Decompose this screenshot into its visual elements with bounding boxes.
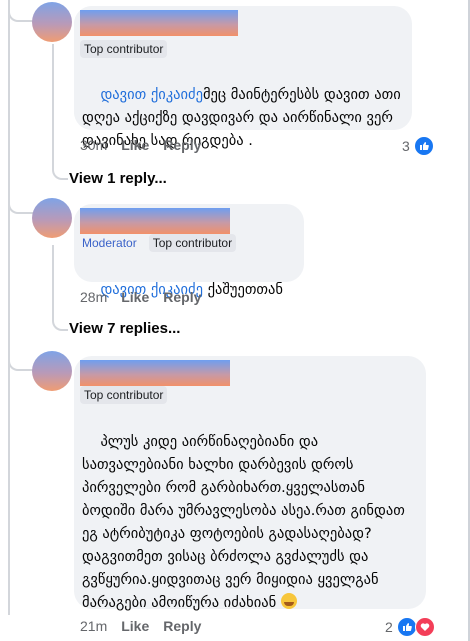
thread-curve xyxy=(8,0,34,22)
badge-row: Top contributor xyxy=(80,386,168,404)
reaction-summary[interactable]: 3 xyxy=(402,136,434,156)
thread-line xyxy=(8,0,10,615)
reply-button[interactable]: Reply xyxy=(163,137,201,153)
view-replies-link[interactable]: View 1 reply... xyxy=(69,170,167,187)
comment-bubble: Moderator Top contributor დავით ქიკაიძე … xyxy=(74,204,304,298)
timestamp: 28m xyxy=(80,289,108,305)
timestamp: 21m xyxy=(80,618,108,634)
comment-bubble: Top contributor დავით ქიკაიძემეც მაინტერ… xyxy=(74,6,401,149)
avatar[interactable] xyxy=(32,2,72,42)
comment-actions: 30m Like Reply xyxy=(80,137,201,153)
moderator-badge: Moderator xyxy=(82,236,137,250)
thread-line xyxy=(52,44,54,164)
comment-actions: 21m Like Reply xyxy=(80,618,201,634)
badge-row: Moderator Top contributor xyxy=(80,234,237,252)
thread-curve xyxy=(52,313,68,331)
timestamp: 30m xyxy=(80,137,108,153)
reply-button[interactable]: Reply xyxy=(163,618,201,634)
comment-text: დავით ქიკაიძემეც მაინტერესბს დავით ათი დ… xyxy=(82,61,404,176)
rofl-emoji xyxy=(280,593,297,609)
comment-actions: 28m Like Reply xyxy=(80,289,201,305)
thread-curve xyxy=(52,160,68,180)
reply-button[interactable]: Reply xyxy=(163,289,201,305)
avatar[interactable] xyxy=(32,198,72,238)
badge-row: Top contributor xyxy=(80,40,168,58)
reaction-count: 2 xyxy=(385,619,393,635)
like-button[interactable]: Like xyxy=(121,137,149,153)
author-name-redacted[interactable] xyxy=(80,360,230,386)
love-icon xyxy=(414,617,435,637)
comment-body: ქაშუეთთან xyxy=(202,282,283,298)
comment-body: პლუს კიდე აირწინაღებიანი და სათვალებიანი… xyxy=(82,434,410,611)
top-contributor-badge: Top contributor xyxy=(80,386,168,404)
mention-link[interactable]: დავით ქიკაიძე xyxy=(100,87,203,103)
author-name-redacted[interactable] xyxy=(80,10,238,36)
thread-line xyxy=(52,245,54,315)
comment-text: პლუს კიდე აირწინაღებიანი და სათვალებიანი… xyxy=(82,408,418,638)
thread-curve xyxy=(8,182,34,214)
reaction-summary[interactable]: 2 xyxy=(385,617,435,637)
thread-curve xyxy=(8,335,34,371)
like-icon xyxy=(396,617,417,637)
author-name-redacted[interactable] xyxy=(80,208,230,234)
top-contributor-badge: Top contributor xyxy=(148,234,237,252)
top-contributor-badge: Top contributor xyxy=(80,40,168,58)
comment-bubble: Top contributor პლუს კიდე აირწინაღებიანი… xyxy=(74,356,426,611)
like-button[interactable]: Like xyxy=(121,289,149,305)
like-button[interactable]: Like xyxy=(121,618,149,634)
avatar[interactable] xyxy=(32,351,72,391)
view-replies-link[interactable]: View 7 replies... xyxy=(69,320,180,337)
reaction-count: 3 xyxy=(402,138,410,154)
like-icon xyxy=(413,136,434,156)
